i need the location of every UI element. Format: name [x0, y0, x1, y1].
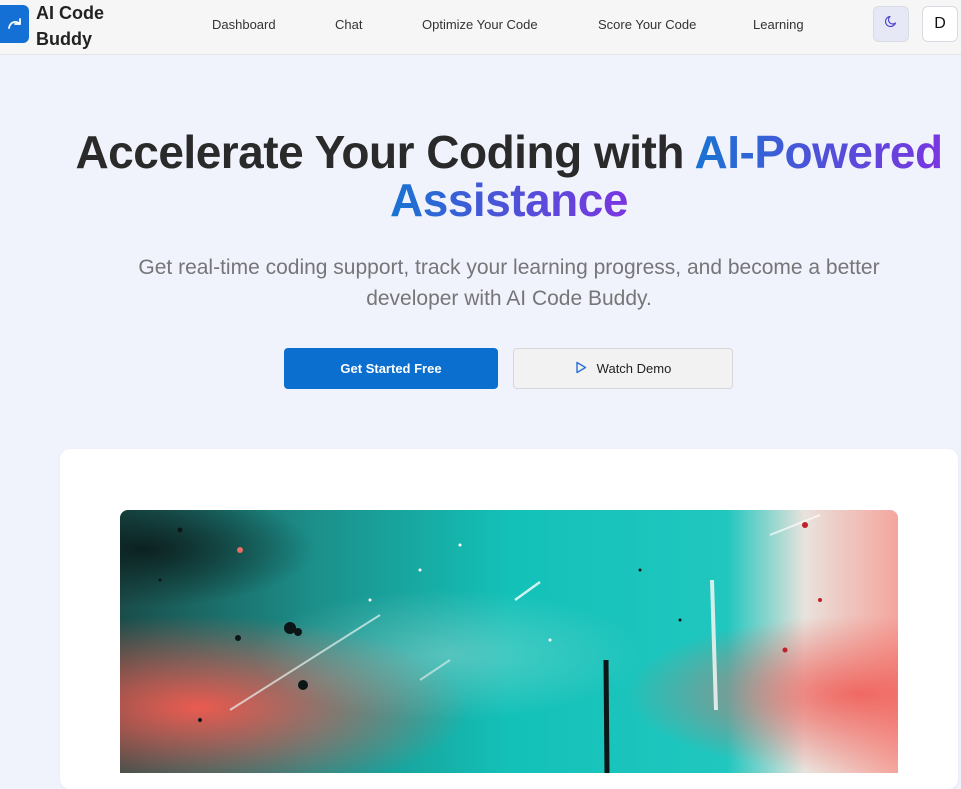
- nav-learning[interactable]: Learning: [753, 16, 804, 36]
- nav-dashboard[interactable]: Dashboard: [212, 16, 276, 36]
- nav-chat[interactable]: Chat: [335, 16, 362, 36]
- hero-title-highlight: AI-Powered: [694, 126, 944, 178]
- hero-title-highlight-2: Assistance: [390, 174, 628, 226]
- get-started-button[interactable]: Get Started Free: [284, 348, 498, 389]
- hero-subtitle: Get real-time coding support, track your…: [138, 256, 880, 310]
- abstract-painting-image: [120, 510, 898, 773]
- brand-name[interactable]: AI Code Buddy: [36, 0, 126, 52]
- hero-title: Accelerate Your Coding with AI-Powered A…: [60, 128, 958, 224]
- watch-demo-button[interactable]: Watch Demo: [513, 348, 733, 389]
- nav-optimize-code[interactable]: Optimize Your Code: [422, 16, 538, 36]
- theme-toggle-button[interactable]: [873, 6, 909, 42]
- hero-title-plain: Accelerate Your Coding with: [75, 126, 695, 178]
- user-avatar-button[interactable]: D: [922, 6, 958, 42]
- moon-icon: [884, 15, 898, 34]
- top-nav: AI Code Buddy Dashboard Chat Optimize Yo…: [0, 0, 961, 55]
- nav-score-code[interactable]: Score Your Code: [598, 16, 696, 36]
- play-icon: [575, 361, 587, 377]
- watch-demo-label: Watch Demo: [596, 361, 672, 376]
- redo-arrow-icon[interactable]: [0, 5, 29, 43]
